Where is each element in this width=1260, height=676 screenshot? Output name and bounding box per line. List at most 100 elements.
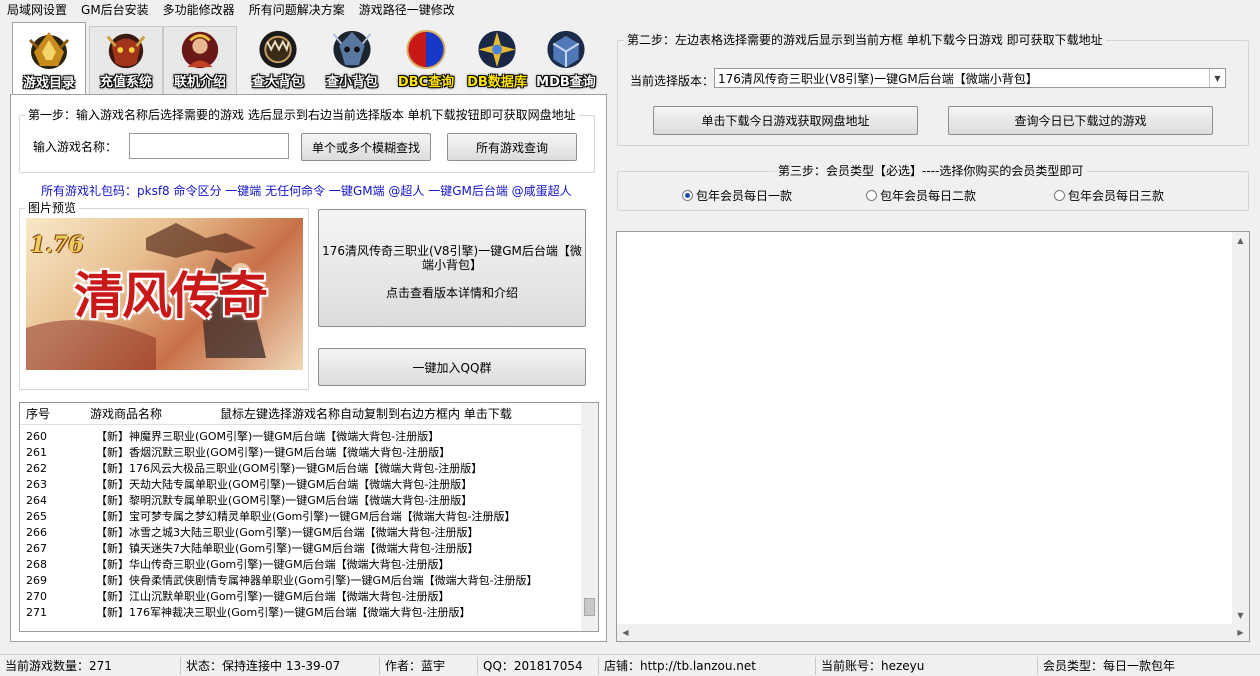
dragon-helm-icon [28,32,70,69]
scroll-thumb[interactable] [584,598,595,616]
menu-path-edit[interactable]: 游戏路径一键修改 [352,0,462,20]
row-id: 266 [26,525,47,539]
version-select-value: 176清风传奇三职业(V8引擎)一键GM后台端【微端小背包】 [718,71,1038,86]
download-today-button[interactable]: 单击下载今日游戏获取网盘地址 [653,106,918,135]
menu-multi-editor[interactable]: 多功能修改器 [156,0,242,20]
crystal-skull-icon [332,30,372,69]
chevron-down-icon[interactable]: ▼ [1209,69,1225,87]
member-option-three[interactable]: 包年会员每日三款 [1054,187,1164,204]
tab-label: MDB查询 [536,75,596,90]
menu-solutions[interactable]: 所有问题解决方案 [242,0,352,20]
table-row[interactable]: 264 【新】黎明沉默专属单职业(GOM引擎)一键GM后台端【微端大背包-注册版】 [20,492,598,508]
step3-title: 第三步：会员类型【必选】----选择你购买的会员类型即可 [775,164,1087,178]
row-id: 265 [26,509,47,523]
game-name-input[interactable] [129,133,289,159]
step2-title: 第二步：左边表格选择需要的游戏后显示到当前方框 单机下载今日游戏 即可获取下载地… [624,33,1106,47]
row-name: 【新】176风云大极品三职业(GOM引擎)一键GM后台端【微端大背包-注册版】 [96,462,483,475]
tab-small-bag[interactable]: 查小背包 [315,26,389,94]
scroll-up-icon[interactable]: ▲ [1232,232,1249,249]
status-account: 当前账号：hezeyu [816,656,1038,675]
game-list-body: 260 【新】神魔界三职业(GOM引擎)一键GM后台端【微端大背包-注册版】 26… [20,425,598,620]
table-row[interactable]: 263 【新】天劫大陆专属单职业(GOM引擎)一键GM后台端【微端大背包-注册版】 [20,476,598,492]
table-row[interactable]: 261 【新】香烟沉默三职业(GOM引擎)一键GM后台端【微端大背包-注册版】 [20,444,598,460]
tab-label: 游戏目录 [22,76,75,91]
scroll-down-icon[interactable]: ▼ [1232,607,1249,624]
result-output-area[interactable]: ◀ ▶ ▲ ▼ [616,231,1250,642]
scroll-left-icon[interactable]: ◀ [617,624,634,641]
golden-cross-icon [478,30,516,69]
tab-lan-intro[interactable]: 联机介绍 [163,26,237,94]
row-id: 261 [26,445,47,459]
row-id: 264 [26,493,47,507]
downloaded-history-button[interactable]: 查询今日已下载过的游戏 [948,106,1213,135]
table-row[interactable]: 269 【新】侠骨柔情武侠剧情专属神器单职业(Gom引擎)一键GM后台端【微端大背… [20,572,598,588]
table-row[interactable]: 260 【新】神魔界三职业(GOM引擎)一键GM后台端【微端大背包-注册版】 [20,428,598,444]
status-connection: 状态：保持连接中 13-39-07 [181,656,380,675]
detail-link-text: 点击查看版本详情和介绍 [385,286,518,300]
row-name: 【新】华山传奇三职业(Gom引擎)一键GM后台端【微端大背包-注册版】 [96,558,450,571]
menu-gm-install[interactable]: GM后台安装 [74,0,156,20]
result-h-scrollbar[interactable]: ◀ ▶ [617,624,1249,641]
game-catalog-panel: 第一步：输入游戏名称后选择需要的游戏 选后显示到右边当前选择版本 单机下载按钮即… [10,94,607,642]
fang-circle-icon [259,30,297,69]
status-bar: 当前游戏数量：271 状态：保持连接中 13-39-07 作者：蓝宇 QQ：20… [0,654,1260,676]
radio-icon [866,190,877,201]
demon-mask-icon [106,33,146,69]
all-games-button[interactable]: 所有游戏查询 [447,133,577,161]
table-row[interactable]: 266 【新】冰雪之城3大陆三职业(Gom引擎)一键GM后台端【微端大背包-注册版… [20,524,598,540]
tab-dbc-query[interactable]: DBC查询 [389,26,463,94]
tab-label: 查大背包 [251,75,304,90]
result-v-scrollbar[interactable]: ▲ ▼ [1232,232,1249,624]
table-row[interactable]: 265 【新】宝可梦专属之梦幻精灵单职业(Gom引擎)一键GM后台端【微端大背包-… [20,508,598,524]
gift-code-text: 所有游戏礼包码：pksf8 命令区分 一键端 无任何命令 一键GM端 @超人 一… [41,184,572,198]
table-row[interactable]: 270 【新】江山沉默单职业(Gom引擎)一键GM后台端【微端大背包-注册版】 [20,588,598,604]
tab-recharge[interactable]: 充值系统 [89,26,163,94]
fuzzy-search-button[interactable]: 单个或多个模糊查找 [301,133,431,161]
tab-game-catalog[interactable]: 游戏目录 [12,22,86,95]
member-option-label: 包年会员每日二款 [880,189,977,203]
table-row[interactable]: 267 【新】镇天迷失7大陆单职业(Gom引擎)一键GM后台端【微端大背包-注册版… [20,540,598,556]
status-game-count: 当前游戏数量：271 [0,656,181,675]
tab-label: 充值系统 [99,75,152,90]
row-name: 【新】江山沉默单职业(Gom引擎)一键GM后台端【微端大背包-注册版】 [96,590,450,603]
game-name-label: 输入游戏名称： [33,140,118,154]
scroll-right-icon[interactable]: ▶ [1232,624,1249,641]
tab-big-bag[interactable]: 查大背包 [241,26,315,94]
preview-title-art: 清风传奇 [74,266,268,325]
row-id: 268 [26,557,47,571]
current-version-label: 当前选择版本： [630,74,715,88]
col-header-name[interactable]: 游戏商品名称 [90,405,220,422]
member-option-two[interactable]: 包年会员每日二款 [866,187,976,204]
tab-label: DB数据库 [467,75,527,90]
preview-version-text: 1.76 [30,232,84,258]
tab-label: 联机介绍 [173,75,226,90]
menu-lan-settings[interactable]: 局域网设置 [0,0,74,20]
version-detail-button[interactable]: 176清风传奇三职业(V8引擎)一键GM后台端【微端小背包】 点击查看版本详情和… [318,209,586,327]
selected-game-name: 176清风传奇三职业(V8引擎)一键GM后台端【微端小背包】 [322,244,582,272]
version-select[interactable]: 176清风传奇三职业(V8引擎)一键GM后台端【微端小背包】 ▼ [714,68,1226,88]
table-row[interactable]: 271 【新】176军神裁决三职业(Gom引擎)一键GM后台端【微端大背包-注册版… [20,604,598,620]
blue-box-icon [547,30,585,69]
red-blue-orb-icon [406,29,446,70]
preview-title: 图片预览 [25,201,80,215]
row-id: 270 [26,589,47,603]
col-header-hint[interactable]: 鼠标左键选择游戏名称自动复制到右边方框内 单击下载 [220,405,512,422]
tab-mdb-query[interactable]: MDB查询 [529,26,603,94]
game-list: 序号 游戏商品名称 鼠标左键选择游戏名称自动复制到右边方框内 单击下载 260 【… [19,402,599,632]
member-option-label: 包年会员每日一款 [696,189,793,203]
game-list-scrollbar[interactable] [581,403,598,631]
table-row[interactable]: 268 【新】华山传奇三职业(Gom引擎)一键GM后台端【微端大背包-注册版】 [20,556,598,572]
tab-label: 查小背包 [325,75,378,90]
tab-db-database[interactable]: DB数据库 [460,26,534,94]
step1-title: 第一步：输入游戏名称后选择需要的游戏 选后显示到右边当前选择版本 单机下载按钮即… [25,108,579,122]
status-author: 作者：蓝宇 [380,656,478,675]
row-name: 【新】镇天迷失7大陆单职业(Gom引擎)一键GM后台端【微端大背包-注册版】 [96,542,479,555]
status-shop: 店铺：http://tb.lanzou.net [599,656,816,675]
table-row[interactable]: 262 【新】176风云大极品三职业(GOM引擎)一键GM后台端【微端大背包-注册… [20,460,598,476]
col-header-id[interactable]: 序号 [20,405,90,422]
join-qq-group-button[interactable]: 一键加入QQ群 [318,348,586,386]
row-id: 260 [26,429,47,443]
member-option-one[interactable]: 包年会员每日一款 [682,187,792,204]
radio-icon [1054,190,1065,201]
game-preview-image: 1.76 清风传奇 [26,218,303,370]
